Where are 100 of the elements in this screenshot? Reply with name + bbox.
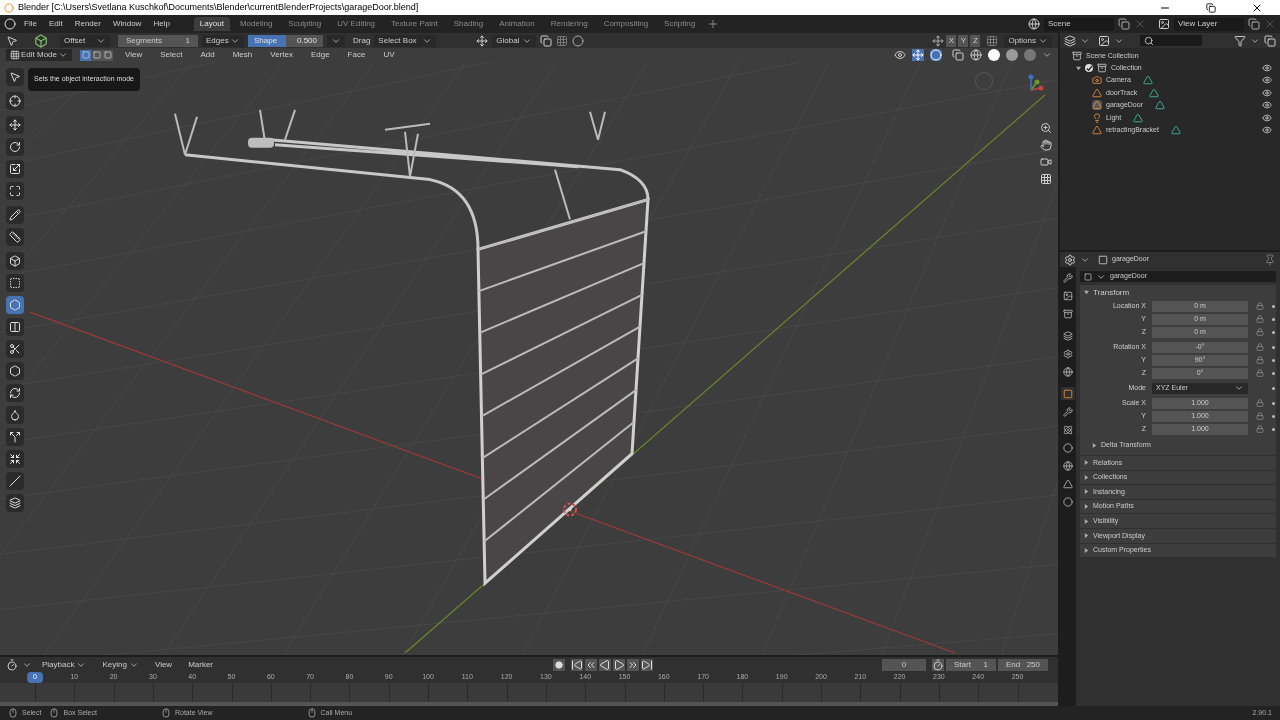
data-icon[interactable] — [1154, 100, 1165, 111]
workspace-tab[interactable]: Sculpting — [282, 17, 328, 31]
expand-arrow-icon[interactable] — [1084, 518, 1089, 524]
workspace-tab[interactable]: Shading — [447, 17, 490, 31]
tool-button[interactable] — [6, 450, 24, 468]
expand-arrow-icon[interactable] — [1084, 533, 1089, 539]
wireframe-shading-icon[interactable] — [970, 49, 982, 61]
filter-icon[interactable] — [1234, 34, 1246, 47]
scene-icon[interactable] — [1028, 18, 1040, 30]
tool-button[interactable] — [6, 384, 24, 402]
menu-item[interactable]: File — [20, 18, 41, 30]
axis-toggle[interactable]: Z — [970, 34, 981, 47]
tool-button[interactable] — [6, 138, 24, 156]
menu-item[interactable]: Mesh — [226, 49, 259, 61]
data-icon[interactable] — [1142, 75, 1153, 86]
data-icon[interactable] — [1170, 125, 1181, 136]
menu-item[interactable]: Window — [108, 18, 146, 30]
lock-icon[interactable] — [1256, 343, 1264, 351]
new-collection-icon[interactable] — [1264, 34, 1276, 47]
material-shading-icon[interactable] — [1006, 49, 1018, 61]
record-button[interactable] — [553, 658, 566, 671]
properties-tab[interactable] — [1061, 459, 1075, 472]
axis-toggle[interactable]: X — [946, 34, 957, 47]
menu-item[interactable]: Vertex — [264, 49, 299, 61]
axis-toggle[interactable]: Y — [958, 34, 969, 47]
properties-tab[interactable] — [1061, 477, 1075, 490]
mirror-icon[interactable] — [932, 34, 945, 47]
tool-button[interactable] — [6, 494, 24, 512]
properties-tab[interactable] — [1061, 289, 1075, 302]
properties-tab[interactable] — [1061, 329, 1075, 342]
expand-arrow-icon[interactable] — [1084, 504, 1089, 510]
menu-item[interactable]: View — [119, 49, 149, 61]
orientation-dropdown[interactable]: Global — [492, 34, 537, 47]
next-keyframe-icon[interactable] — [627, 658, 640, 671]
tool-button[interactable] — [6, 472, 24, 490]
tool-button[interactable] — [6, 318, 24, 336]
bevel-tool-icon[interactable] — [34, 33, 48, 48]
menu-item[interactable]: Add — [194, 49, 221, 61]
menu-item[interactable]: Face — [341, 49, 372, 61]
proportional-icon[interactable] — [572, 34, 585, 47]
select-mode-button[interactable] — [102, 49, 113, 61]
xray-icon[interactable] — [952, 49, 964, 61]
lock-icon[interactable] — [1256, 328, 1264, 336]
zoom-icon[interactable] — [1040, 122, 1052, 134]
edges-dropdown[interactable]: Edges — [202, 34, 244, 47]
view-layer-field[interactable]: View Layer — [1174, 17, 1244, 31]
workspace-tab[interactable]: Texture Paint — [385, 17, 444, 31]
outliner-editor-icon[interactable] — [1064, 34, 1076, 47]
tool-button[interactable] — [6, 274, 24, 292]
menu-item[interactable]: UV — [377, 49, 401, 61]
copy-icon[interactable] — [1248, 18, 1260, 30]
options-dropdown[interactable]: Options — [1004, 34, 1052, 47]
lock-icon[interactable] — [1256, 356, 1264, 364]
data-icon[interactable] — [1133, 112, 1144, 123]
lock-icon[interactable] — [1256, 369, 1264, 377]
menu-item[interactable]: Marker — [182, 658, 220, 671]
properties-tab[interactable] — [1061, 441, 1075, 454]
start-frame-field[interactable]: Start 1 — [946, 658, 996, 671]
snap-icon[interactable] — [556, 34, 569, 47]
properties-tab[interactable] — [1061, 387, 1075, 400]
lock-icon[interactable] — [1256, 412, 1264, 420]
workspace-tab[interactable]: Rendering — [544, 17, 594, 31]
lock-icon[interactable] — [1256, 302, 1264, 310]
expand-arrow-icon[interactable] — [1084, 290, 1089, 295]
jump-end-icon[interactable] — [641, 658, 654, 671]
menu-item[interactable]: Render — [70, 18, 105, 30]
expand-arrow-icon[interactable] — [1084, 460, 1089, 466]
workspace-tab[interactable]: Layout — [193, 17, 230, 31]
workspace-tab[interactable]: Compositing — [597, 17, 655, 31]
menu-item[interactable]: Help — [149, 18, 174, 30]
scene-field[interactable]: Scene — [1044, 17, 1114, 31]
menu-item[interactable]: Playback — [36, 658, 93, 671]
data-icon[interactable] — [1149, 87, 1160, 98]
display-mode-icon[interactable] — [1098, 34, 1110, 47]
tool-button[interactable] — [6, 406, 24, 424]
eye-icon[interactable] — [1262, 75, 1272, 86]
tool-button[interactable] — [6, 92, 24, 110]
properties-tab[interactable] — [1061, 271, 1075, 284]
tool-icon[interactable] — [6, 34, 18, 47]
expand-arrow-icon[interactable] — [1084, 489, 1089, 495]
expand-arrow-icon[interactable] — [1076, 65, 1081, 71]
editor-type-icon[interactable] — [6, 658, 18, 671]
tool-button[interactable] — [6, 296, 24, 314]
overlay-toggle-icon[interactable] — [930, 49, 942, 61]
render-shading-icon[interactable] — [1024, 49, 1036, 61]
select-mode-button[interactable] — [80, 49, 91, 61]
tool-button[interactable] — [6, 228, 24, 246]
properties-tab[interactable] — [1061, 423, 1075, 436]
workspace-tab[interactable]: Modeling — [233, 17, 279, 31]
select-mode-button[interactable] — [91, 49, 102, 61]
workspace-tab[interactable]: Animation — [493, 17, 541, 31]
pivot-icon[interactable] — [540, 34, 553, 47]
stopwatch-icon[interactable] — [932, 658, 944, 671]
eye-icon[interactable] — [1262, 100, 1272, 111]
expand-arrow-icon[interactable] — [1084, 547, 1089, 553]
expand-arrow-icon[interactable] — [1092, 442, 1097, 448]
tool-button[interactable] — [6, 206, 24, 224]
orientation-icon[interactable] — [476, 34, 489, 47]
tool-button[interactable] — [6, 116, 24, 134]
properties-editor-icon[interactable] — [1064, 253, 1076, 266]
